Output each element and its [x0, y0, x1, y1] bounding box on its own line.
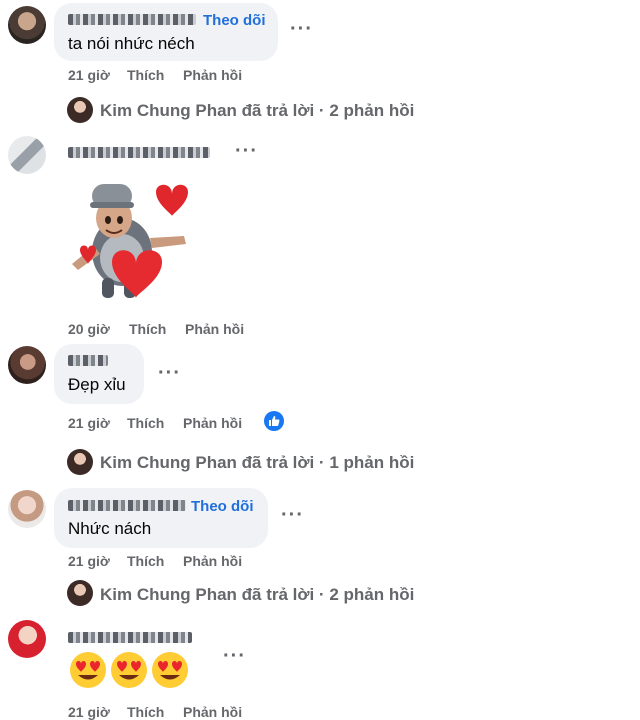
like-button[interactable]: Thích [127, 415, 164, 431]
reply-button[interactable]: Phản hồi [185, 321, 244, 337]
more-options-button[interactable]: ··· [290, 18, 313, 41]
view-replies-link[interactable]: Kim Chung Phan đã trả lời · 2 phản hồi [100, 101, 414, 121]
commenter-avatar[interactable] [8, 136, 46, 174]
comment-text: ta nói nhức néch [68, 34, 195, 53]
more-options-button[interactable]: ··· [281, 504, 304, 527]
comment-time[interactable]: 21 giờ [68, 553, 110, 569]
more-options-button[interactable]: ··· [158, 362, 181, 385]
comment-text: Đẹp xỉu [68, 375, 126, 394]
comment-time[interactable]: 20 giờ [68, 321, 110, 337]
commenter-avatar[interactable] [8, 6, 46, 44]
commenter-avatar[interactable] [8, 620, 46, 658]
heart-eyes-emoji-icon [109, 650, 149, 690]
commenter-avatar[interactable] [8, 490, 46, 528]
like-button[interactable]: Thích [127, 704, 164, 720]
comment-bubble [54, 488, 268, 548]
reply-avatar [67, 97, 93, 123]
reply-button[interactable]: Phản hồi [183, 67, 242, 83]
comment-text: Nhức nách [68, 519, 152, 538]
heart-sticker-icon [64, 180, 200, 304]
follow-button[interactable]: Theo dõi [191, 498, 254, 515]
heart-eyes-emoji-icon [150, 650, 190, 690]
comment-time[interactable]: 21 giờ [68, 704, 110, 720]
commenter-name[interactable] [68, 500, 186, 511]
like-button[interactable]: Thích [127, 553, 164, 569]
reply-button[interactable]: Phản hồi [183, 553, 242, 569]
comment-time[interactable]: 21 giờ [68, 415, 110, 431]
reply-avatar [67, 580, 93, 606]
like-button[interactable]: Thích [127, 67, 164, 83]
commenter-name[interactable] [68, 355, 108, 366]
commenter-name[interactable] [68, 147, 210, 158]
like-button[interactable]: Thích [129, 321, 166, 337]
commenter-name[interactable] [68, 14, 196, 25]
more-options-button[interactable]: ··· [235, 140, 258, 163]
more-options-button[interactable]: ··· [223, 645, 246, 668]
reply-button[interactable]: Phản hồi [183, 704, 242, 720]
reply-avatar [67, 449, 93, 475]
comment-time[interactable]: 21 giờ [68, 67, 110, 83]
commenter-avatar[interactable] [8, 346, 46, 384]
heart-eyes-emoji-icon [68, 650, 108, 690]
reply-button[interactable]: Phản hồi [183, 415, 242, 431]
follow-button[interactable]: Theo dõi [203, 12, 266, 29]
view-replies-link[interactable]: Kim Chung Phan đã trả lời · 2 phản hồi [100, 585, 414, 605]
comment-bubble [54, 344, 144, 404]
commenter-name[interactable] [68, 632, 192, 643]
view-replies-link[interactable]: Kim Chung Phan đã trả lời · 1 phản hồi [100, 453, 414, 473]
like-icon[interactable] [264, 411, 284, 431]
